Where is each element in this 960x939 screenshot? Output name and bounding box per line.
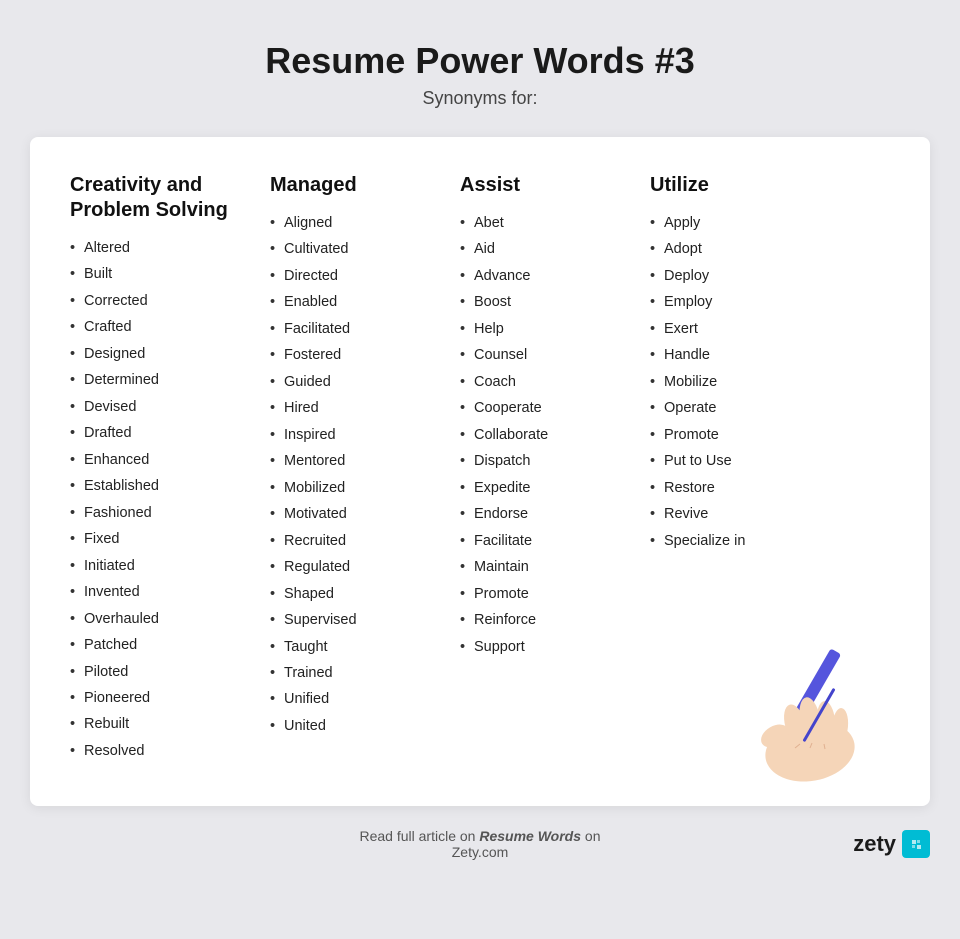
list-item: Support: [460, 636, 650, 658]
column-list-assist: Abet Aid Advance Boost Help Counsel Coach Coope…: [460, 212, 650, 658]
list-item: United: [270, 715, 460, 737]
list-item: Corrected: [70, 290, 270, 312]
list-item: Dispatch: [460, 450, 650, 472]
list-item: Coach: [460, 371, 650, 393]
list-item: Recruited: [270, 530, 460, 552]
column-list-utilize: Apply Adopt Deploy Employ Exert Handle Mobiliz…: [650, 212, 850, 552]
list-item: Promote: [650, 424, 850, 446]
list-item: Put to Use: [650, 450, 850, 472]
list-item: Determined: [70, 369, 270, 391]
column-header-assist: Assist: [460, 173, 650, 198]
list-item: Advance: [460, 265, 650, 287]
list-item: Enabled: [270, 291, 460, 313]
list-item: Overhauled: [70, 608, 270, 630]
list-item: Altered: [70, 237, 270, 259]
column-managed: Managed Aligned Cultivated Directed Enabled F…: [270, 173, 460, 741]
list-item: Invented: [70, 581, 270, 603]
list-item: Aid: [460, 238, 650, 260]
list-item: Crafted: [70, 316, 270, 338]
list-item: Reinforce: [460, 609, 650, 631]
list-item: Employ: [650, 291, 850, 313]
page-title: Resume Power Words #3: [265, 40, 695, 82]
page-subtitle: Synonyms for:: [422, 88, 537, 109]
column-creativity: Creativity and Problem Solving Altered Bui…: [70, 173, 270, 766]
list-item: Motivated: [270, 503, 460, 525]
list-item: Specialize in: [650, 530, 850, 552]
column-list-creativity: Altered Built Corrected Crafted Designed Dete…: [70, 237, 270, 762]
list-item: Trained: [270, 662, 460, 684]
list-item: Handle: [650, 344, 850, 366]
list-item: Facilitated: [270, 318, 460, 340]
column-utilize: Utilize Apply Adopt Deploy Employ Exert Handle…: [650, 173, 850, 556]
list-item: Piloted: [70, 661, 270, 683]
list-item: Collaborate: [460, 424, 650, 446]
list-item: Mobilize: [650, 371, 850, 393]
footer: Read full article on Resume Words on Zet…: [30, 828, 930, 860]
list-item: Unified: [270, 688, 460, 710]
list-item: Patched: [70, 634, 270, 656]
list-item: Boost: [460, 291, 650, 313]
list-item: Maintain: [460, 556, 650, 578]
list-item: Exert: [650, 318, 850, 340]
list-item: Facilitate: [460, 530, 650, 552]
zety-brand-name: zety: [853, 831, 896, 857]
list-item: Initiated: [70, 555, 270, 577]
list-item: Aligned: [270, 212, 460, 234]
list-item: Revive: [650, 503, 850, 525]
list-item: Regulated: [270, 556, 460, 578]
list-item: Taught: [270, 636, 460, 658]
list-item: Cultivated: [270, 238, 460, 260]
list-item: Counsel: [460, 344, 650, 366]
zety-logo: zety: [853, 830, 930, 858]
list-item: Built: [70, 263, 270, 285]
column-header-creativity: Creativity and Problem Solving: [70, 173, 270, 223]
column-list-managed: Aligned Cultivated Directed Enabled Facilita…: [270, 212, 460, 737]
list-item: Supervised: [270, 609, 460, 631]
list-item: Pioneered: [70, 687, 270, 709]
list-item: Help: [460, 318, 650, 340]
hand-illustration: [710, 636, 910, 796]
list-item: Enhanced: [70, 449, 270, 471]
list-item: Fostered: [270, 344, 460, 366]
list-item: Drafted: [70, 422, 270, 444]
list-item: Mobilized: [270, 477, 460, 499]
list-item: Apply: [650, 212, 850, 234]
column-header-utilize: Utilize: [650, 173, 850, 198]
list-item: Cooperate: [460, 397, 650, 419]
list-item: Operate: [650, 397, 850, 419]
list-item: Established: [70, 475, 270, 497]
footer-text: Read full article on Resume Words on Zet…: [330, 828, 630, 860]
list-item: Deploy: [650, 265, 850, 287]
list-item: Directed: [270, 265, 460, 287]
list-item: Designed: [70, 343, 270, 365]
list-item: Endorse: [460, 503, 650, 525]
list-item: Rebuilt: [70, 713, 270, 735]
footer-link-text: Resume Words: [479, 828, 581, 844]
list-item: Devised: [70, 396, 270, 418]
list-item: Hired: [270, 397, 460, 419]
column-header-managed: Managed: [270, 173, 460, 198]
list-item: Mentored: [270, 450, 460, 472]
content-card: Creativity and Problem Solving Altered Bui…: [30, 137, 930, 806]
list-item: Restore: [650, 477, 850, 499]
list-item: Fashioned: [70, 502, 270, 524]
list-item: Inspired: [270, 424, 460, 446]
list-item: Shaped: [270, 583, 460, 605]
list-item: Expedite: [460, 477, 650, 499]
list-item: Resolved: [70, 740, 270, 762]
list-item: Promote: [460, 583, 650, 605]
list-item: Fixed: [70, 528, 270, 550]
list-item: Guided: [270, 371, 460, 393]
list-item: Adopt: [650, 238, 850, 260]
zety-cube-icon: [902, 830, 930, 858]
list-item: Abet: [460, 212, 650, 234]
column-assist: Assist Abet Aid Advance Boost Help Counsel Coac…: [460, 173, 650, 662]
